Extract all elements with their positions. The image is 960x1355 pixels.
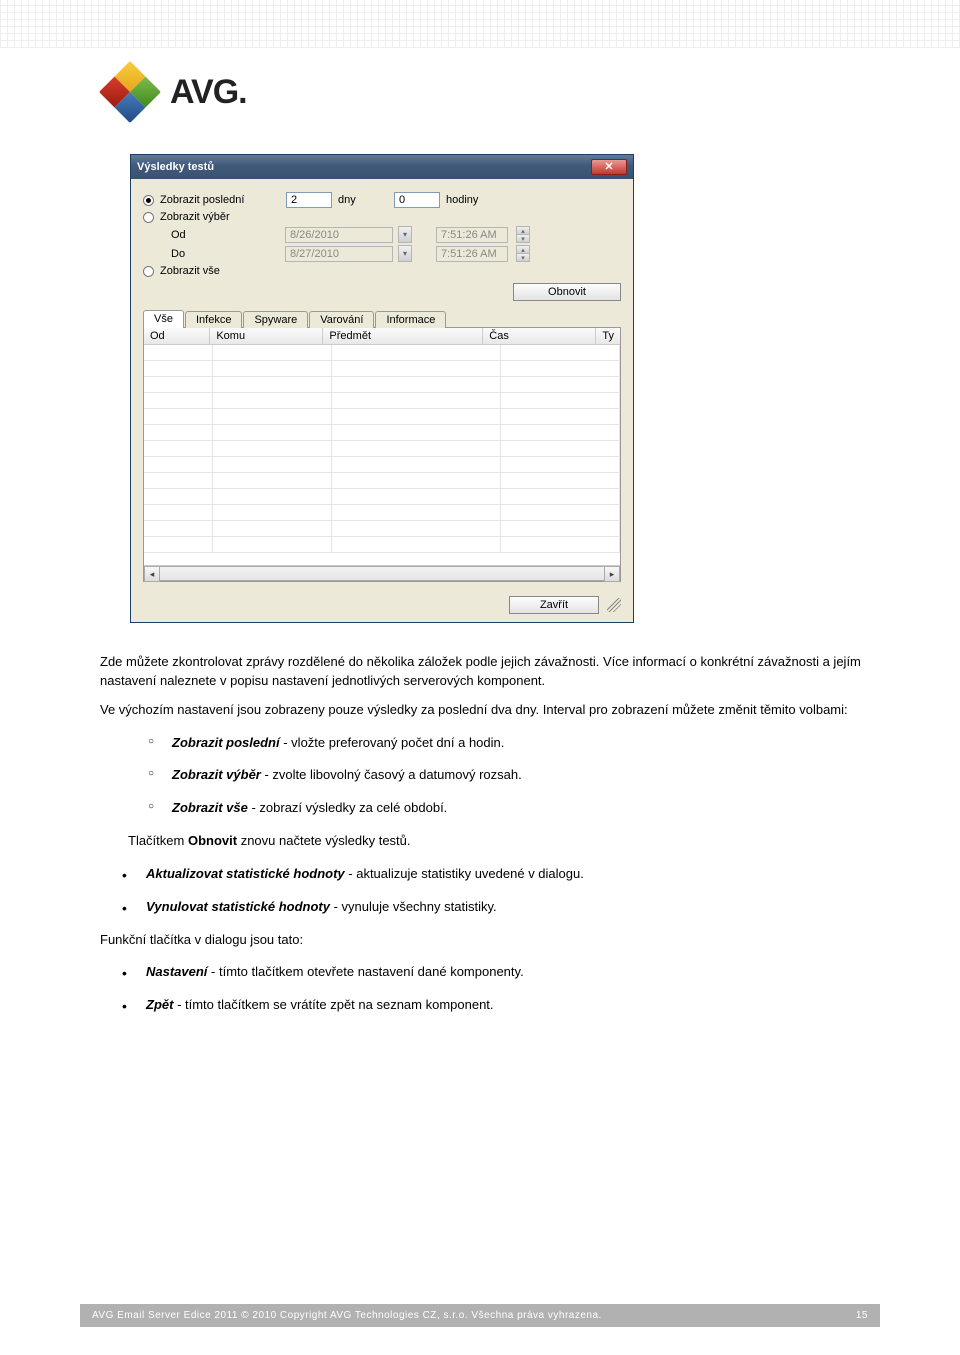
- footer-page-number: 15: [856, 1310, 868, 1321]
- hours-unit-label: hodiny: [446, 194, 478, 206]
- days-unit-label: dny: [338, 194, 388, 206]
- footer-copyright: AVG Email Server Edice 2011 © 2010 Copyr…: [92, 1310, 602, 1321]
- func-intro: Funkční tlačítka v dialogu jsou tato:: [100, 931, 880, 950]
- brand-logo: AVG.: [100, 70, 880, 114]
- opt-all-item: Zobrazit vše - zobrazí výsledky za celé …: [148, 799, 880, 818]
- to-time-spinner[interactable]: ▴▾: [516, 245, 530, 262]
- dialog-title: Výsledky testů: [137, 161, 214, 173]
- scroll-right-icon[interactable]: ▸: [604, 566, 620, 582]
- brand-name: AVG.: [170, 73, 247, 112]
- refresh-button[interactable]: Obnovit: [513, 283, 621, 301]
- col-to[interactable]: Komu: [210, 328, 323, 344]
- from-time-input[interactable]: [436, 227, 508, 243]
- radio-show-last[interactable]: [143, 195, 154, 206]
- intro-paragraph: Zde můžete zkontrolovat zprávy rozdělené…: [100, 653, 880, 691]
- radio-show-range-label: Zobrazit výběr: [160, 211, 230, 223]
- from-date-input[interactable]: [285, 227, 393, 243]
- days-input[interactable]: [286, 192, 332, 208]
- col-subject[interactable]: Předmět: [323, 328, 483, 344]
- result-tabs: Vše Infekce Spyware Varování Informace: [143, 309, 621, 327]
- to-date-input[interactable]: [285, 246, 393, 262]
- refresh-paragraph: Tlačítkem Obnovit znovu načtete výsledky…: [100, 832, 880, 851]
- radio-show-all-label: Zobrazit vše: [160, 265, 220, 277]
- tab-spyware[interactable]: Spyware: [243, 311, 308, 328]
- from-time-spinner[interactable]: ▴▾: [516, 226, 530, 243]
- opt-range-item: Zobrazit výběr - zvolte libovolný časový…: [148, 766, 880, 785]
- tab-all[interactable]: Vše: [143, 310, 184, 328]
- resize-grip-icon[interactable]: [607, 598, 621, 612]
- close-button[interactable]: Zavřít: [509, 596, 599, 614]
- page-footer: AVG Email Server Edice 2011 © 2010 Copyr…: [80, 1304, 880, 1327]
- horizontal-scrollbar[interactable]: ◂ ▸: [144, 565, 620, 581]
- tab-infections[interactable]: Infekce: [185, 311, 242, 328]
- close-icon[interactable]: ✕: [591, 159, 627, 175]
- decorative-top-pattern: [0, 0, 960, 48]
- col-type[interactable]: Ty: [596, 328, 620, 344]
- opt-last-item: Zobrazit poslední - vložte preferovaný p…: [148, 734, 880, 753]
- from-date-dropdown-icon[interactable]: ▾: [398, 226, 412, 243]
- to-time-input[interactable]: [436, 246, 508, 262]
- action-reset-item: Vynulovat statistické hodnoty - vynuluje…: [122, 898, 880, 917]
- action-update-item: Aktualizovat statistické hodnoty - aktua…: [122, 865, 880, 884]
- dialog-titlebar: Výsledky testů ✕: [131, 155, 633, 179]
- from-label: Od: [171, 229, 279, 241]
- grid-body: [144, 345, 620, 565]
- radio-show-range[interactable]: [143, 212, 154, 223]
- tab-info[interactable]: Informace: [375, 311, 446, 328]
- col-time[interactable]: Čas: [483, 328, 596, 344]
- hours-input[interactable]: [394, 192, 440, 208]
- radio-show-all[interactable]: [143, 266, 154, 277]
- col-from[interactable]: Od: [144, 328, 210, 344]
- tab-warnings[interactable]: Varování: [309, 311, 374, 328]
- results-grid: Od Komu Předmět Čas Ty: [143, 327, 621, 582]
- default-paragraph: Ve výchozím nastavení jsou zobrazeny pou…: [100, 701, 880, 720]
- func-back-item: Zpět - tímto tlačítkem se vrátíte zpět n…: [122, 996, 880, 1015]
- func-settings-item: Nastavení - tímto tlačítkem otevřete nas…: [122, 963, 880, 982]
- scroll-left-icon[interactable]: ◂: [144, 566, 160, 582]
- results-dialog: Výsledky testů ✕ Zobrazit poslední dny h…: [130, 154, 634, 623]
- radio-show-last-label: Zobrazit poslední: [160, 194, 280, 206]
- to-date-dropdown-icon[interactable]: ▾: [398, 245, 412, 262]
- to-label: Do: [171, 248, 279, 260]
- avg-logo-icon: [99, 61, 161, 123]
